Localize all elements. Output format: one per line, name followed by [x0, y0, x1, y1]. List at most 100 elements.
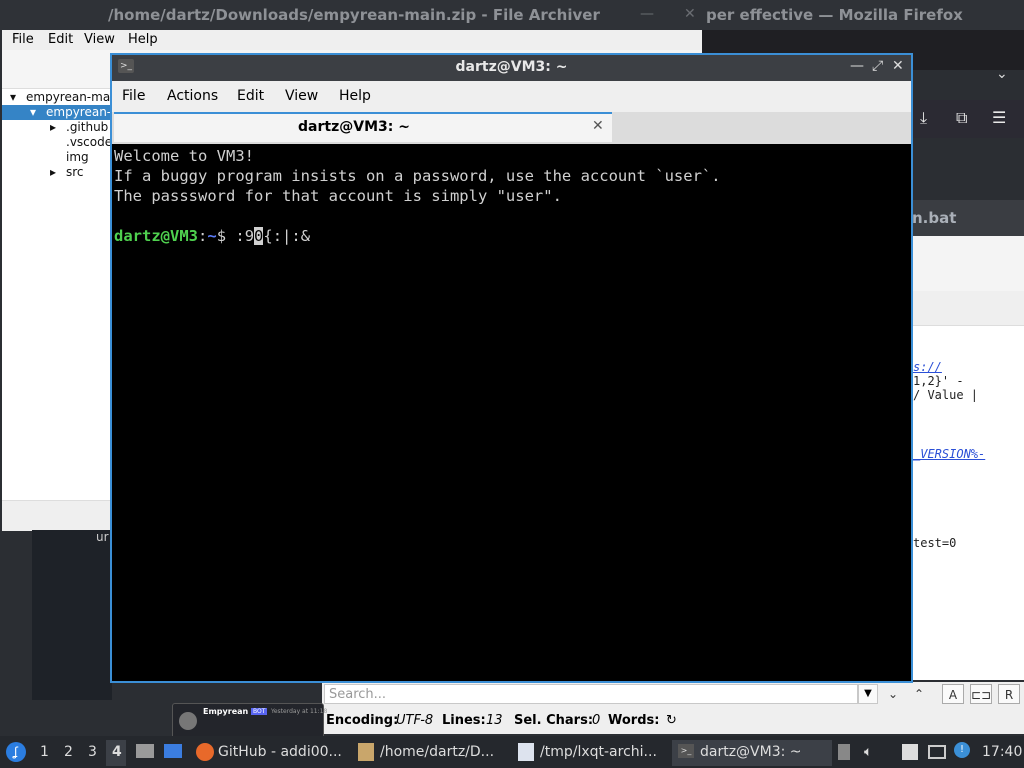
menu-edit[interactable]: Edit — [237, 88, 264, 104]
download-icon[interactable]: ⤓ — [920, 108, 927, 128]
menu-view[interactable]: View — [84, 32, 115, 47]
notification-meta: Yesterday at 11:18 — [271, 708, 328, 715]
notes-icon[interactable] — [902, 744, 918, 760]
prompt-path: ~ — [207, 227, 217, 245]
terminal-tab[interactable]: dartz@VM3: ~ ✕ — [114, 112, 612, 142]
editor-line: s:// — [913, 360, 942, 374]
tree-item[interactable]: img — [66, 150, 89, 164]
minimize-icon[interactable]: — — [850, 58, 864, 74]
text-cursor: 0 — [254, 227, 264, 245]
background-titlebar: /home/dartz/Downloads/empyrean-main.zip … — [0, 0, 1024, 30]
lines-label: Lines: — [442, 713, 486, 728]
editor-line: / Value | — [913, 388, 979, 402]
update-icon[interactable]: ! — [954, 742, 970, 758]
menu-file[interactable]: File — [122, 88, 145, 104]
volume-icon[interactable]: 🔈︎ — [864, 744, 872, 760]
terminal-line: The passsword for that account is simply… — [114, 187, 562, 205]
editor-toolbar-secondary — [912, 291, 1024, 326]
task-firefox[interactable]: GitHub - addi00... — [218, 744, 342, 760]
terminal-menubar: File Actions Edit View Help — [112, 81, 911, 112]
prompt-separator: : — [198, 227, 208, 245]
firefox-toolbar: ⤓ ⧉ ☰ — [912, 100, 1024, 138]
menu-view[interactable]: View — [285, 88, 318, 104]
encoding-label: Encoding: — [326, 713, 399, 728]
background-text: ur — [96, 530, 109, 544]
find-next-icon[interactable]: ⌄ — [882, 684, 904, 704]
sel-chars-label: Sel. Chars: — [514, 713, 594, 728]
clipboard-icon[interactable] — [838, 744, 850, 760]
search-dropdown-icon[interactable]: ▼ — [858, 684, 878, 704]
tree-item[interactable]: .vscode — [66, 135, 112, 149]
task-text-editor[interactable]: /tmp/lxqt-archi... — [540, 744, 657, 760]
editor-file-name: n.bat — [912, 209, 957, 227]
menu-actions[interactable]: Actions — [167, 88, 218, 104]
collapse-arrow-icon[interactable]: ▸ — [50, 165, 56, 179]
menu-help[interactable]: Help — [128, 32, 158, 47]
tree-item[interactable]: .github — [66, 120, 108, 134]
editor-toolbar — [912, 236, 1024, 292]
avatar — [179, 712, 197, 730]
network-icon[interactable] — [928, 745, 946, 759]
app-menu-icon[interactable]: ʆ — [6, 742, 26, 762]
terminal-line: Welcome to VM3! — [114, 147, 254, 165]
prompt-dollar: $ — [216, 227, 236, 245]
show-desktop-icon[interactable] — [164, 744, 182, 758]
hamburger-menu-icon[interactable]: ☰ — [992, 108, 1006, 127]
editor-line: 1,2}' - — [913, 374, 964, 388]
firefox-window-title: per effective — Mozilla Firefox — [706, 6, 963, 24]
background-window: ur — [32, 530, 112, 700]
terminal-titlebar: >_ dartz@VM3: ~ — ⤢ ✕ — [112, 55, 911, 81]
words-label: Words: — [608, 713, 660, 728]
close-icon[interactable]: ✕ — [892, 58, 904, 74]
desktop-4[interactable]: 4 — [112, 744, 122, 760]
menu-file[interactable]: File — [12, 32, 34, 47]
notification-preview[interactable]: Empyrean BOT Yesterday at 11:18 — [172, 703, 328, 739]
prompt-user: dartz@VM3 — [114, 227, 198, 245]
lines-value: 13 — [486, 713, 503, 728]
sel-chars-value: 0 — [592, 713, 601, 728]
menu-edit[interactable]: Edit — [48, 32, 73, 47]
file-manager-icon[interactable] — [136, 744, 154, 758]
tree-item[interactable]: src — [66, 165, 84, 179]
command-text-after: {:|:& — [263, 227, 311, 245]
editor-tab-header: n.bat — [912, 200, 1024, 236]
desktop-2[interactable]: 2 — [64, 744, 73, 760]
command-text: :9 — [235, 227, 255, 245]
text-editor-icon — [518, 743, 534, 761]
firefox-icon — [196, 743, 214, 761]
whole-word-icon[interactable]: ⊏⊐ — [970, 684, 992, 704]
desktop-1[interactable]: 1 — [40, 744, 49, 760]
close-tab-icon[interactable]: ✕ — [592, 118, 604, 134]
regex-icon[interactable]: R — [998, 684, 1020, 704]
archiver-window-title: /home/dartz/Downloads/empyrean-main.zip … — [108, 6, 600, 24]
archiver-menubar: File Edit View Help — [2, 30, 702, 50]
archiver-icon — [358, 743, 374, 761]
clock[interactable]: 17:40 — [982, 744, 1022, 760]
desktop-3[interactable]: 3 — [88, 744, 97, 760]
task-terminal[interactable]: dartz@VM3: ~ — [700, 744, 802, 760]
menu-help[interactable]: Help — [339, 88, 371, 104]
terminal-line: If a buggy program insists on a password… — [114, 167, 721, 185]
maximize-icon[interactable]: ⤢ — [872, 58, 883, 74]
editor-statusbar: Encoding: UTF-8 Lines: 13 Sel. Chars: 0 … — [322, 708, 1024, 734]
expand-arrow-icon[interactable]: ▾ — [10, 90, 16, 104]
collapse-arrow-icon[interactable]: ▸ — [50, 120, 56, 134]
minimize-icon[interactable]: — — [640, 6, 654, 22]
notification-app: Empyrean — [203, 707, 249, 716]
encoding-value: UTF-8 — [396, 713, 434, 728]
tree-item[interactable]: empyrean-ma — [26, 90, 110, 104]
close-icon[interactable]: ✕ — [684, 6, 696, 22]
terminal-prompt-line[interactable]: dartz@VM3:~$ :90{:|:& — [114, 227, 310, 245]
bot-badge: BOT — [251, 708, 268, 715]
search-input[interactable]: Search... — [324, 684, 858, 704]
archiver-statusbar — [2, 500, 110, 531]
extensions-icon[interactable]: ⧉ — [956, 108, 967, 128]
find-previous-icon[interactable]: ⌃ — [908, 684, 930, 704]
tree-item-selected[interactable]: empyrean- — [46, 105, 111, 119]
chevron-down-icon[interactable]: ⌄ — [996, 66, 1008, 82]
task-archiver[interactable]: /home/dartz/D... — [380, 744, 494, 760]
match-case-icon[interactable]: A — [942, 684, 964, 704]
refresh-icon[interactable]: ↻ — [666, 713, 677, 728]
expand-arrow-icon[interactable]: ▾ — [30, 105, 36, 119]
terminal-tab-label: dartz@VM3: ~ — [298, 119, 410, 135]
